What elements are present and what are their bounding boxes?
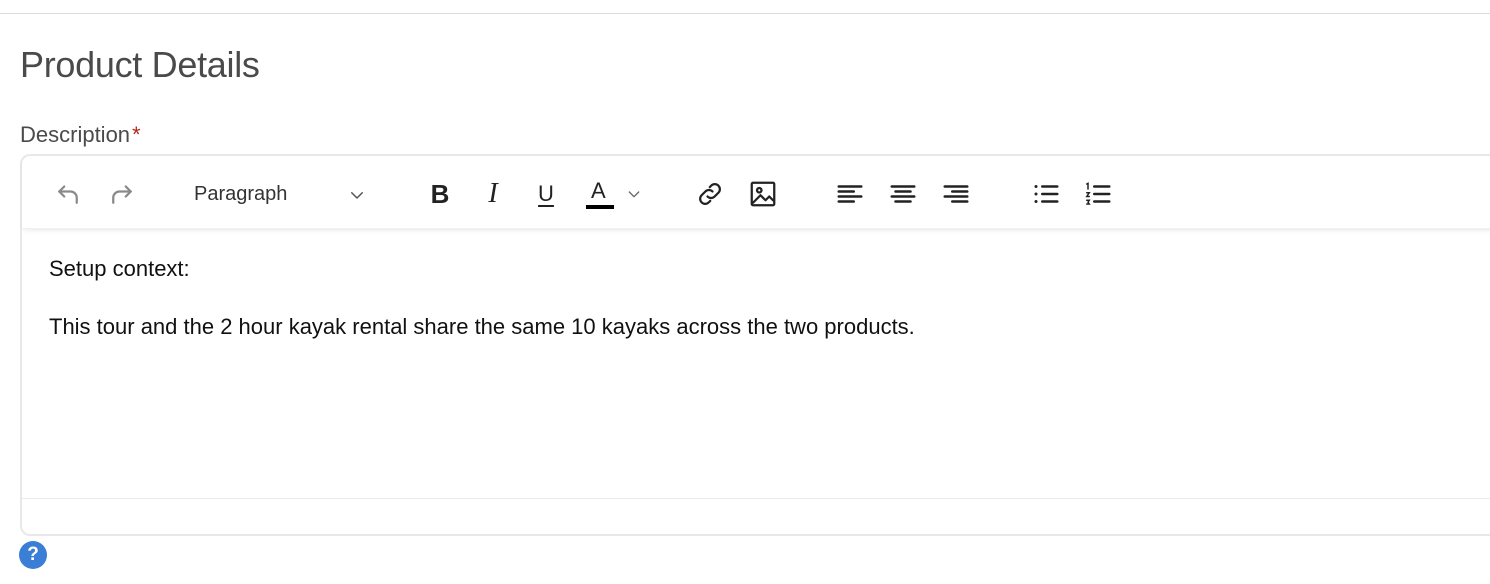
- align-right-icon: [943, 185, 969, 203]
- align-left-button[interactable]: [832, 176, 868, 212]
- section-title: Product Details: [20, 44, 260, 85]
- editor-toolbar: Paragraph B I U A: [22, 156, 1490, 229]
- align-left-icon: [837, 185, 863, 203]
- undo-icon: [58, 185, 78, 204]
- bold-button[interactable]: B: [422, 176, 458, 212]
- italic-icon: I: [488, 178, 498, 209]
- align-right-button[interactable]: [938, 176, 974, 212]
- text-color-icon: A: [586, 178, 614, 210]
- text-color-swatch: [586, 205, 614, 209]
- text-color-glyph: A: [591, 178, 606, 203]
- rich-text-editor: Paragraph B I U A Setup context: This to…: [20, 154, 1490, 536]
- editor-footer-divider: [22, 498, 1490, 499]
- numbered-list-button[interactable]: [1080, 176, 1116, 212]
- block-format-select[interactable]: Paragraph: [194, 174, 374, 214]
- underline-icon: U: [538, 181, 554, 206]
- link-icon: [699, 183, 721, 205]
- editor-content[interactable]: Setup context: This tour and the 2 hour …: [49, 256, 915, 341]
- content-paragraph: Setup context:: [49, 256, 190, 281]
- help-button[interactable]: ?: [19, 541, 47, 569]
- undo-button[interactable]: [50, 178, 86, 210]
- bullet-list-button[interactable]: [1028, 176, 1064, 212]
- content-paragraph: This tour and the 2 hour kayak rental sh…: [49, 314, 915, 340]
- chevron-down-icon: [628, 191, 640, 198]
- top-divider: [0, 13, 1490, 14]
- image-icon: [750, 181, 776, 207]
- align-center-button[interactable]: [885, 176, 921, 212]
- link-button[interactable]: [692, 176, 728, 212]
- text-color-button[interactable]: A: [580, 176, 648, 212]
- underline-button[interactable]: U: [528, 176, 564, 212]
- chevron-down-icon: [351, 192, 363, 199]
- align-center-icon: [890, 185, 916, 203]
- description-label: Description*: [20, 122, 141, 148]
- image-button[interactable]: [744, 176, 782, 212]
- required-marker: *: [132, 122, 141, 147]
- block-format-value: Paragraph: [194, 182, 288, 205]
- redo-icon: [112, 185, 132, 204]
- bullet-list-icon: [1034, 185, 1059, 203]
- numbered-list-icon: [1085, 182, 1111, 205]
- italic-button[interactable]: I: [475, 176, 511, 212]
- bold-icon: B: [430, 178, 450, 209]
- help-icon: ?: [27, 544, 39, 565]
- description-label-text: Description: [20, 122, 131, 147]
- redo-button[interactable]: [104, 178, 140, 210]
